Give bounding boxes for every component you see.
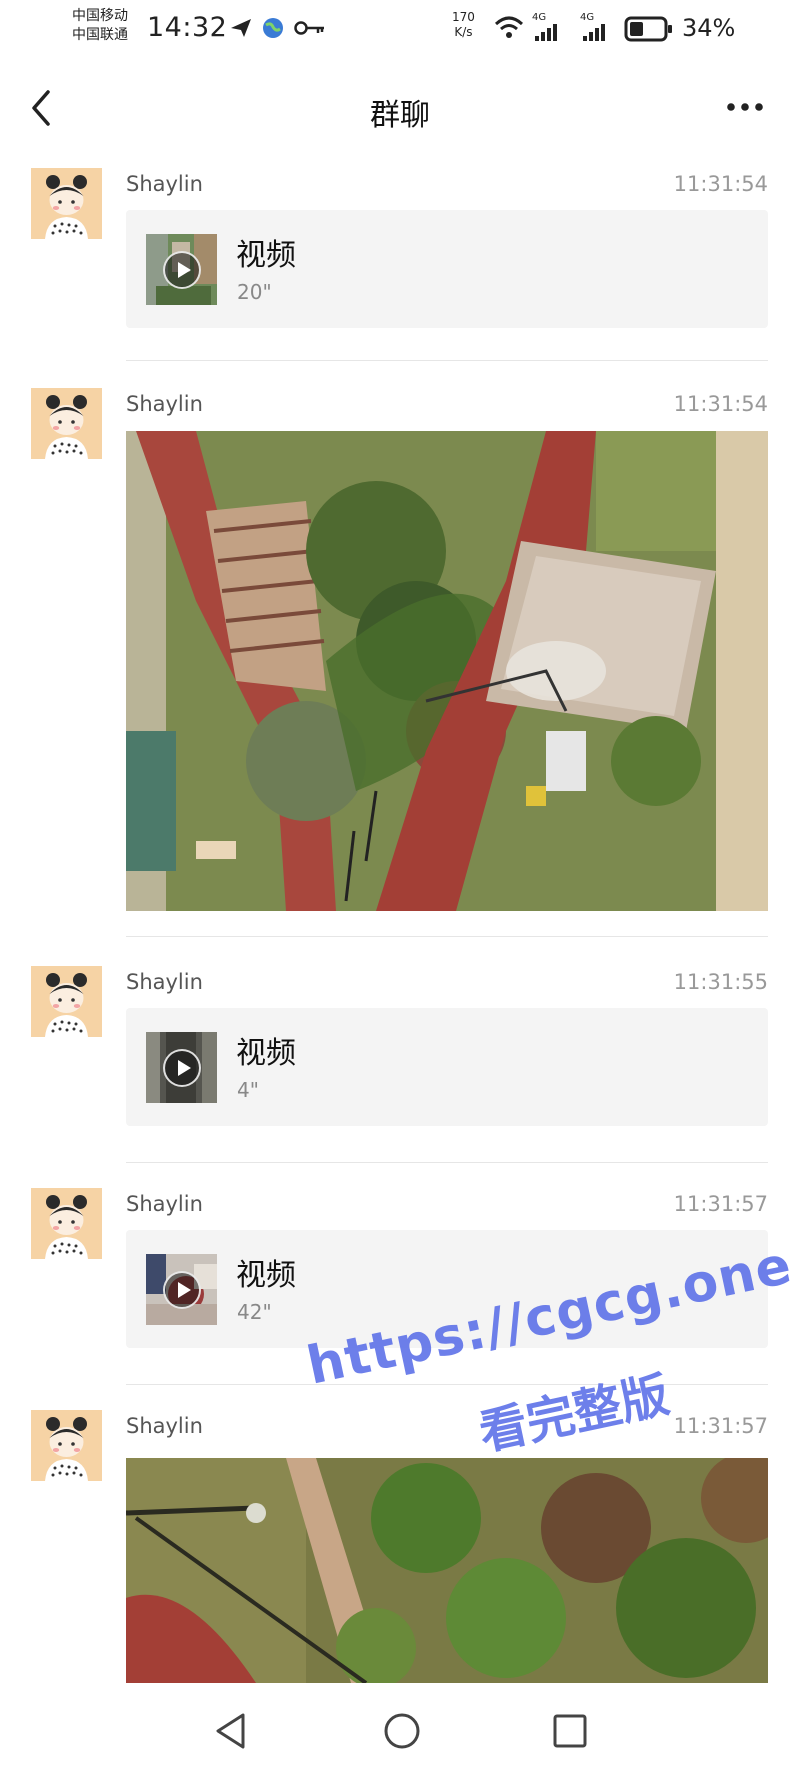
video-label: 视频: [236, 1258, 296, 1293]
signal-icon: [535, 24, 557, 41]
aerial-garden-photo: [126, 431, 768, 911]
system-navigation-bar: [0, 1683, 800, 1778]
avatar[interactable]: [31, 388, 102, 459]
sender-name: Shaylin: [126, 1414, 203, 1438]
sender-name: Shaylin: [126, 172, 203, 196]
avatar[interactable]: [31, 966, 102, 1037]
message-divider: [126, 1384, 768, 1385]
signal-icon-2: [583, 24, 605, 41]
message-divider: [126, 360, 768, 361]
page-title: 群聊: [370, 98, 430, 133]
battery-percentage: 34%: [682, 14, 736, 42]
nav-home-circle-icon[interactable]: [382, 1711, 422, 1751]
video-play-icon: [163, 1049, 201, 1087]
sender-name: Shaylin: [126, 392, 203, 416]
send-icon: [231, 19, 251, 37]
nav-recent-square-icon[interactable]: [552, 1711, 588, 1751]
message-time: 11:31:54: [673, 172, 768, 196]
avatar[interactable]: [31, 1188, 102, 1259]
network-speed-value: 170: [452, 10, 475, 24]
video-thumbnail: [146, 1032, 217, 1103]
network-speed-unit: K/s: [454, 25, 473, 39]
garden-closeup-photo: [126, 1458, 768, 1683]
network-speed: 170 K/s: [452, 10, 475, 40]
video-label: 视频: [236, 1036, 296, 1071]
video-duration: 20": [237, 280, 272, 304]
carrier-1: 中国移动: [72, 8, 128, 24]
battery-icon: [624, 16, 672, 42]
sender-name: Shaylin: [126, 1192, 203, 1216]
video-label: 视频: [236, 238, 296, 273]
video-message-card[interactable]: 视频 4": [126, 1008, 768, 1126]
video-message-card[interactable]: 视频 20": [126, 210, 768, 328]
message-time: 11:31:57: [673, 1192, 768, 1216]
wifi-icon: [494, 16, 524, 38]
avatar[interactable]: [31, 168, 102, 239]
message-divider: [126, 1162, 768, 1163]
message-time: 11:31:54: [673, 392, 768, 416]
message-time: 11:31:55: [673, 970, 768, 994]
image-message[interactable]: [126, 1458, 768, 1683]
video-duration: 42": [237, 1300, 272, 1324]
video-play-icon: [163, 1271, 201, 1309]
clock: 14:32: [147, 12, 228, 43]
message-divider: [126, 936, 768, 937]
video-thumbnail: [146, 234, 217, 305]
sender-name: Shaylin: [126, 970, 203, 994]
carrier-names: 中国移动 中国联通: [72, 7, 128, 45]
more-dots-icon[interactable]: [722, 92, 768, 122]
globe-icon: [263, 18, 283, 38]
nav-back-triangle-icon[interactable]: [212, 1711, 248, 1751]
watermark-caption: 看完整版: [474, 1366, 674, 1462]
status-bar: 中国移动 中国联通 14:32 170 K/s 4G 4G 34%: [0, 0, 800, 62]
video-play-icon: [163, 251, 201, 289]
video-thumbnail: [146, 1254, 217, 1325]
video-duration: 4": [237, 1078, 259, 1102]
carrier-2: 中国联通: [72, 27, 128, 43]
chat-header: 群聊: [0, 62, 800, 154]
image-message[interactable]: [126, 431, 768, 911]
key-icon: [294, 21, 324, 35]
message-time: 11:31:57: [673, 1414, 768, 1438]
avatar[interactable]: [31, 1410, 102, 1481]
